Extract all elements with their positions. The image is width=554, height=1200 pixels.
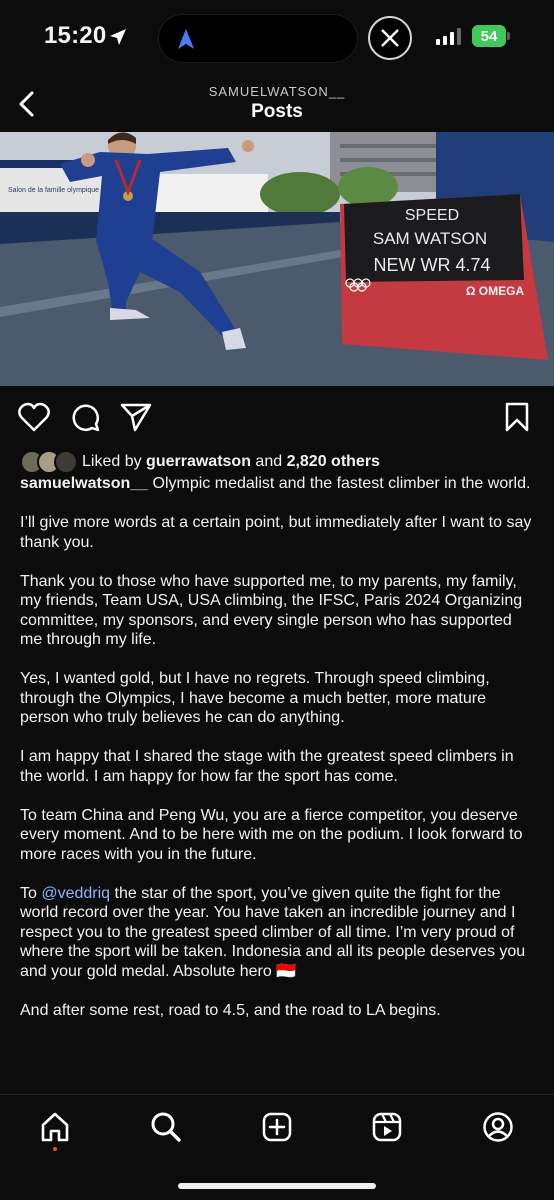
tab-home[interactable] — [35, 1107, 75, 1147]
comment-icon — [72, 404, 100, 432]
reels-icon — [372, 1112, 402, 1142]
likes-count[interactable]: 2,820 others — [287, 453, 380, 470]
post-actions — [0, 400, 554, 436]
tab-profile[interactable] — [478, 1107, 518, 1147]
caption-paragraph: And after some rest, road to 4.5, and th… — [20, 1001, 441, 1019]
x-logo-icon — [381, 29, 399, 47]
search-icon — [151, 1112, 181, 1142]
avatar — [54, 450, 78, 474]
board-brand: Ω OMEGA — [466, 284, 525, 298]
create-icon — [262, 1112, 292, 1142]
post-image[interactable]: Salon de la famille olympique SPEED SAM … — [0, 132, 554, 386]
home-indicator[interactable] — [178, 1183, 376, 1189]
caption-paragraph: To team China and Peng Wu, you are a fie… — [20, 806, 523, 863]
dynamic-island[interactable] — [158, 14, 358, 63]
posts-header: SAMUELWATSON__ Posts — [0, 76, 554, 132]
caption-text: To — [20, 884, 42, 902]
likes-middle: and — [250, 453, 287, 470]
liked-by-username[interactable]: guerrawatson — [146, 453, 251, 470]
caption-paragraph: Thank you to those who have supported me… — [20, 572, 523, 649]
battery-cap — [507, 32, 510, 40]
location-arrow-icon — [110, 29, 126, 45]
likes-summary[interactable]: Liked by guerrawatson and 2,820 others — [20, 450, 380, 474]
save-button[interactable] — [500, 400, 534, 434]
bottom-tab-bar — [0, 1094, 554, 1200]
tab-search[interactable] — [146, 1107, 186, 1147]
x-app-icon[interactable] — [368, 16, 412, 60]
like-button[interactable] — [17, 400, 51, 434]
status-time: 15:20 — [44, 22, 107, 49]
heart-icon — [18, 402, 50, 432]
signal-icon — [436, 28, 461, 45]
board-line-1: SPEED — [405, 207, 459, 224]
post-caption: samuelwatson__ Olympic medalist and the … — [20, 474, 536, 1040]
notification-dot — [53, 1147, 57, 1151]
tab-reels[interactable] — [367, 1107, 407, 1147]
likes-text: Liked by guerrawatson and 2,820 others — [82, 453, 380, 471]
mention-link[interactable]: @veddriq — [41, 885, 110, 902]
caption-author[interactable]: samuelwatson__ — [20, 475, 148, 492]
board-line-3: NEW WR 4.74 — [373, 255, 490, 275]
caption-text: Olympic medalist and the fastest climber… — [148, 475, 531, 492]
home-icon — [41, 1112, 69, 1142]
navigation-icon — [178, 29, 194, 49]
share-icon — [120, 403, 152, 432]
likes-prefix: Liked by — [82, 453, 147, 470]
bookmark-icon — [505, 402, 529, 432]
header-username[interactable]: SAMUELWATSON__ — [0, 84, 554, 99]
page-title: Posts — [251, 101, 303, 122]
caption-paragraph: To @veddriq the star of the sport, you’v… — [20, 884, 536, 982]
caption-paragraph: samuelwatson__ Olympic medalist and the … — [20, 474, 536, 494]
tab-create[interactable] — [257, 1107, 297, 1147]
caption-paragraph: I’ll give more words at a certain point,… — [20, 514, 532, 551]
post-photo-illustration: Salon de la famille olympique SPEED SAM … — [0, 132, 554, 386]
liker-avatars — [20, 450, 78, 474]
profile-icon — [483, 1112, 513, 1142]
bg-sign-text: Salon de la famille olympique — [8, 187, 99, 194]
battery-indicator: 54 — [472, 25, 506, 47]
caption-paragraph: I am happy that I shared the stage with … — [20, 748, 514, 785]
caption-paragraph: Yes, I wanted gold, but I have no regret… — [20, 670, 490, 726]
board-line-2: SAM WATSON — [373, 229, 487, 248]
status-bar: 15:20 54 — [0, 0, 554, 76]
comment-button[interactable] — [69, 400, 103, 434]
share-button[interactable] — [119, 400, 153, 434]
